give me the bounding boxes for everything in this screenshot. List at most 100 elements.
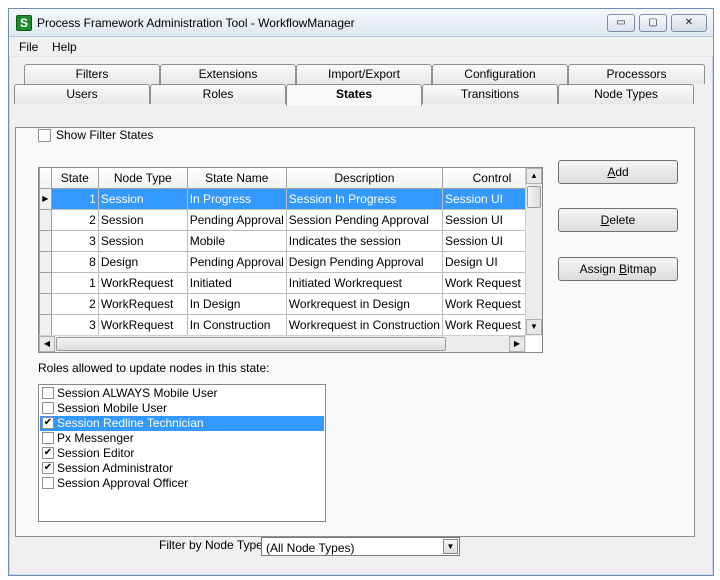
tab-configuration[interactable]: Configuration: [432, 64, 568, 84]
table-row[interactable]: 1 WorkRequest Initiated Initiated Workre…: [39, 271, 542, 294]
cell-description[interactable]: Design Pending Approval: [285, 250, 443, 273]
cell-state[interactable]: 3: [50, 313, 99, 336]
chevron-down-icon[interactable]: ▼: [443, 539, 458, 554]
show-filter-states-checkbox[interactable]: [38, 129, 51, 142]
horizontal-scroll-thumb[interactable]: [56, 337, 446, 351]
column-header-node-type[interactable]: Node Type: [97, 168, 188, 189]
tab-processors[interactable]: Processors: [568, 64, 705, 84]
list-item[interactable]: ✔ Session Editor: [40, 446, 324, 461]
cell-node-type[interactable]: Session: [97, 208, 188, 231]
role-checkbox[interactable]: [42, 477, 54, 489]
role-name: Session Approval Officer: [57, 476, 189, 490]
table-row[interactable]: 3 Session Mobile Indicates the session S…: [39, 229, 542, 252]
column-header-description[interactable]: Description: [285, 168, 443, 189]
table-row[interactable]: 2 WorkRequest In Design Workrequest in D…: [39, 292, 542, 315]
cell-state-name[interactable]: In Construction: [186, 313, 287, 336]
app-window: S Process Framework Administration Tool …: [8, 8, 714, 576]
tab-import-export[interactable]: Import/Export: [296, 64, 432, 84]
add-button[interactable]: Add: [558, 160, 678, 184]
table-row[interactable]: 8 Design Pending Approval Design Pending…: [39, 250, 542, 273]
minimize-button[interactable]: ▭: [607, 14, 635, 32]
role-checkbox-checked[interactable]: ✔: [42, 417, 54, 429]
app-logo-icon: S: [16, 15, 32, 31]
cell-state[interactable]: 2: [50, 208, 99, 231]
assign-bitmap-button[interactable]: Assign Bitmap: [558, 257, 678, 281]
list-item[interactable]: Session Approval Officer: [40, 476, 324, 491]
list-item[interactable]: Session Mobile User: [40, 401, 324, 416]
list-item[interactable]: ✔ Session Administrator: [40, 461, 324, 476]
close-button[interactable]: ✕: [671, 14, 707, 32]
cell-state[interactable]: 1: [50, 271, 99, 294]
row-header[interactable]: [39, 250, 52, 273]
column-header-state[interactable]: State: [50, 168, 99, 189]
tab-transitions[interactable]: Transitions: [422, 84, 558, 104]
cell-state-name[interactable]: Pending Approval: [186, 250, 287, 273]
cell-state[interactable]: 3: [50, 229, 99, 252]
vertical-scroll-thumb[interactable]: [527, 186, 541, 208]
cell-state-name[interactable]: Mobile: [186, 229, 287, 252]
role-checkbox-checked[interactable]: ✔: [42, 462, 54, 474]
role-checkbox[interactable]: [42, 432, 54, 444]
table-row[interactable]: 3 WorkRequest In Construction Workreques…: [39, 313, 542, 336]
cell-description[interactable]: Session Pending Approval: [285, 208, 443, 231]
delete-label-rest: elete: [609, 213, 636, 227]
role-checkbox[interactable]: [42, 402, 54, 414]
column-header-state-name[interactable]: State Name: [186, 168, 287, 189]
delete-button[interactable]: Delete: [558, 208, 678, 232]
cell-state-name[interactable]: Pending Approval: [186, 208, 287, 231]
cell-state-name[interactable]: Initiated: [186, 271, 287, 294]
cell-description[interactable]: Session In Progress: [285, 187, 443, 210]
grid-horizontal-scrollbar[interactable]: ◀ ▶: [39, 335, 526, 352]
scroll-right-icon[interactable]: ▶: [509, 336, 525, 352]
grid-vertical-scrollbar[interactable]: ▲ ▼: [525, 168, 542, 336]
menu-help[interactable]: Help: [52, 40, 77, 54]
filter-node-type-value: (All Node Types): [266, 541, 355, 555]
role-name: Session ALWAYS Mobile User: [57, 386, 218, 400]
row-header[interactable]: [39, 229, 52, 252]
title-bar[interactable]: S Process Framework Administration Tool …: [9, 9, 713, 37]
states-grid[interactable]: State Node Type State Name Description C…: [38, 167, 543, 353]
cell-node-type[interactable]: Session: [97, 229, 188, 252]
roles-checklist[interactable]: Session ALWAYS Mobile User Session Mobil…: [38, 384, 326, 522]
table-row[interactable]: 2 Session Pending Approval Session Pendi…: [39, 208, 542, 231]
tab-extensions[interactable]: Extensions: [160, 64, 296, 84]
cell-state[interactable]: 1: [50, 187, 99, 210]
cell-state[interactable]: 2: [50, 292, 99, 315]
maximize-button[interactable]: ▢: [639, 14, 667, 32]
scroll-up-icon[interactable]: ▲: [526, 168, 542, 184]
cell-description[interactable]: Workrequest in Design: [285, 292, 443, 315]
scroll-left-icon[interactable]: ◀: [39, 336, 55, 352]
cell-state-name[interactable]: In Progress: [186, 187, 287, 210]
cell-node-type[interactable]: Design: [97, 250, 188, 273]
cell-state[interactable]: 8: [50, 250, 99, 273]
table-row[interactable]: ▶ 1 Session In Progress Session In Progr…: [39, 187, 542, 210]
list-item[interactable]: ✔ Session Redline Technician: [40, 416, 324, 431]
row-header[interactable]: [39, 313, 52, 336]
role-checkbox[interactable]: [42, 387, 54, 399]
menu-file[interactable]: File: [19, 40, 38, 54]
tab-states[interactable]: States: [286, 84, 422, 106]
scroll-down-icon[interactable]: ▼: [526, 319, 542, 335]
tab-node-types[interactable]: Node Types: [558, 84, 694, 104]
cell-node-type[interactable]: WorkRequest: [97, 271, 188, 294]
cell-description[interactable]: Initiated Workrequest: [285, 271, 443, 294]
list-item[interactable]: Px Messenger: [40, 431, 324, 446]
cell-node-type[interactable]: WorkRequest: [97, 313, 188, 336]
tab-roles[interactable]: Roles: [150, 84, 286, 104]
cell-description[interactable]: Indicates the session: [285, 229, 443, 252]
role-checkbox-checked[interactable]: ✔: [42, 447, 54, 459]
tab-users[interactable]: Users: [14, 84, 150, 104]
cell-state-name[interactable]: In Design: [186, 292, 287, 315]
cell-node-type[interactable]: Session: [97, 187, 188, 210]
role-name: Session Mobile User: [57, 401, 168, 415]
grid-corner-header: [39, 168, 52, 189]
row-header[interactable]: [39, 271, 52, 294]
filter-node-type-select[interactable]: (All Node Types) ▼: [261, 537, 460, 556]
row-header[interactable]: [39, 208, 52, 231]
tab-filters[interactable]: Filters: [24, 64, 160, 84]
cell-description[interactable]: Workrequest in Construction: [285, 313, 443, 336]
list-item[interactable]: Session ALWAYS Mobile User: [40, 386, 324, 401]
cell-node-type[interactable]: WorkRequest: [97, 292, 188, 315]
row-header[interactable]: [39, 292, 52, 315]
menu-bar: File Help: [9, 37, 713, 57]
